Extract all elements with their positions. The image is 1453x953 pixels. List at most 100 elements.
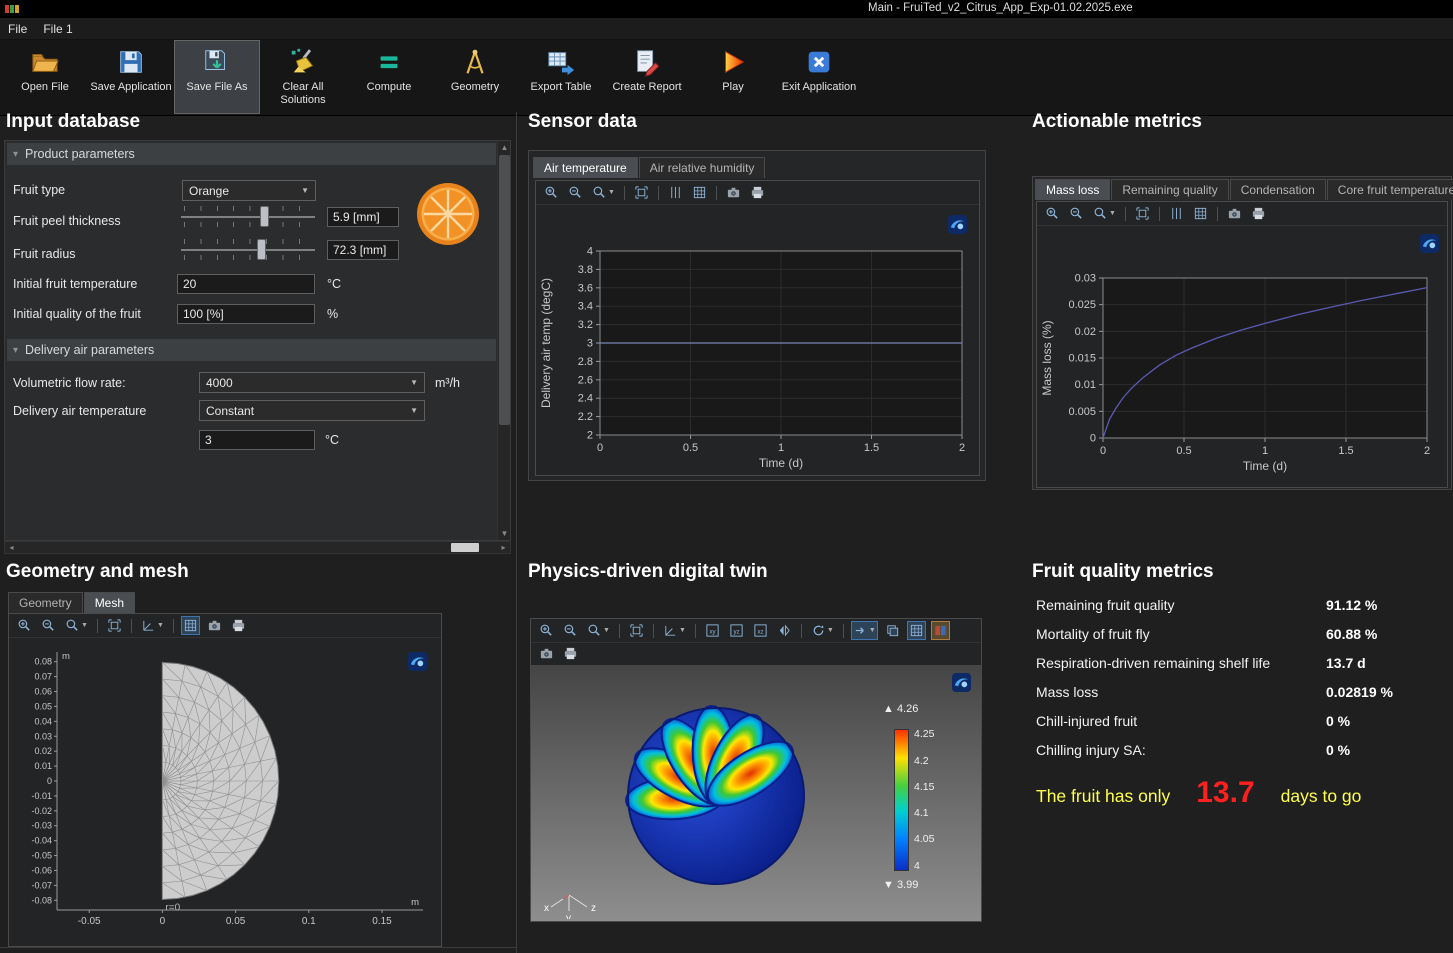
mesh-plot[interactable]: 0.080.070.060.050.040.030.020.010-0.01-0… <box>9 638 437 940</box>
clear-all-solutions-button[interactable]: Clear All Solutions <box>260 40 346 114</box>
compute-button[interactable]: Compute <box>346 40 432 114</box>
axis-orientation-icon[interactable]: ▼ <box>139 616 166 635</box>
export-table-button[interactable]: Export Table <box>518 40 604 114</box>
snapshot-camera-icon[interactable] <box>537 644 556 663</box>
initial-fruit-temperature-input[interactable] <box>177 274 315 294</box>
zoom-out-icon[interactable] <box>561 621 580 640</box>
snapshot-camera-icon[interactable] <box>724 183 743 202</box>
zoom-in-icon[interactable] <box>542 183 561 202</box>
svg-text:3: 3 <box>587 338 593 350</box>
sensor-plot[interactable]: 00.511.5222.22.42.62.833.23.43.63.84Time… <box>536 205 976 473</box>
zoom-in-icon[interactable] <box>1043 204 1062 223</box>
menu-file[interactable]: File <box>8 22 27 36</box>
rotate-dropdown-icon[interactable]: ▼ <box>809 621 836 640</box>
tab-air-relative-humidity[interactable]: Air relative humidity <box>639 157 766 178</box>
svg-text:3.4: 3.4 <box>578 301 593 313</box>
axis-orientation-icon[interactable]: ▼ <box>661 621 688 640</box>
fruit-type-dropdown[interactable]: Orange ▼ <box>182 180 316 201</box>
zoom-in-icon[interactable] <box>537 621 556 640</box>
fruit-radius-value[interactable] <box>327 240 399 260</box>
exit-application-button[interactable]: Exit Application <box>776 40 862 114</box>
color-legend-toggle[interactable] <box>931 621 950 640</box>
zoom-box-dropdown-icon[interactable]: ▼ <box>585 621 612 640</box>
scroll-left-icon[interactable]: ◂ <box>5 542 18 554</box>
geometry-button[interactable]: Geometry <box>432 40 518 114</box>
show-grid-toggle[interactable] <box>181 616 200 635</box>
scene-mode-dropdown[interactable]: ▼ <box>851 621 878 640</box>
tab-geometry[interactable]: Geometry <box>8 592 83 613</box>
mass-loss-plot[interactable]: 00.511.5200.0050.010.0150.020.0250.03Tim… <box>1037 226 1441 476</box>
zoom-out-icon[interactable] <box>566 183 585 202</box>
tab-remaining-quality[interactable]: Remaining quality <box>1111 179 1228 200</box>
snapshot-camera-icon[interactable] <box>205 616 224 635</box>
delivery-air-temperature-input[interactable] <box>199 430 315 450</box>
export-table-icon <box>545 46 577 78</box>
y-axis-lines-icon[interactable] <box>1167 204 1186 223</box>
view-xy-button[interactable]: xy <box>703 621 722 640</box>
tab-mesh[interactable]: Mesh <box>84 592 135 613</box>
save-file-as-button[interactable]: Save File As <box>174 40 260 114</box>
show-grid-toggle[interactable] <box>907 621 926 640</box>
print-icon[interactable] <box>229 616 248 635</box>
vertical-scrollbar[interactable]: ▲ ▼ <box>497 141 510 540</box>
mesh-plot-toolbar: ▼ ▼ <box>9 614 441 638</box>
layers-icon[interactable] <box>883 621 902 640</box>
view-yz-button[interactable]: yz <box>727 621 746 640</box>
snapshot-camera-icon[interactable] <box>1225 204 1244 223</box>
initial-quality-input[interactable] <box>177 304 315 324</box>
zoom-in-icon[interactable] <box>15 616 34 635</box>
scrollbar-thumb[interactable] <box>451 543 479 552</box>
play-button[interactable]: Play <box>690 40 776 114</box>
zoom-extents-icon[interactable] <box>1133 204 1152 223</box>
zoom-extents-icon[interactable] <box>627 621 646 640</box>
scroll-up-icon[interactable]: ▲ <box>498 141 511 154</box>
menu-file-1[interactable]: File 1 <box>43 22 72 36</box>
product-parameters-header[interactable]: ▾ Product parameters <box>7 143 496 165</box>
scroll-down-icon[interactable]: ▼ <box>498 527 511 540</box>
svg-text:0.03: 0.03 <box>1075 273 1096 285</box>
sensor-data-tabs: Air temperature Air relative humidity <box>533 157 766 178</box>
group-header-label: Product parameters <box>25 147 135 161</box>
print-icon[interactable] <box>748 183 767 202</box>
zoom-out-icon[interactable] <box>39 616 58 635</box>
create-report-button[interactable]: Create Report <box>604 40 690 114</box>
digital-twin-graphics[interactable]: ▲ 4.26 4.25 4.2 4.15 4.1 4.05 4 ▼ 3.99 x… <box>531 665 981 921</box>
fruit-radius-slider[interactable] <box>181 236 315 263</box>
zoom-extents-icon[interactable] <box>632 183 651 202</box>
zoom-out-icon[interactable] <box>1067 204 1086 223</box>
grid-lines-icon[interactable] <box>1191 204 1210 223</box>
fruit-peel-thickness-value[interactable] <box>327 207 399 227</box>
zoom-box-dropdown-icon[interactable]: ▼ <box>590 183 617 202</box>
slider-thumb[interactable] <box>257 239 266 260</box>
zoom-extents-icon[interactable] <box>105 616 124 635</box>
tab-condensation[interactable]: Condensation <box>1230 179 1326 200</box>
open-file-button[interactable]: Open File <box>2 40 88 114</box>
tab-air-temperature[interactable]: Air temperature <box>533 157 638 178</box>
horizontal-scrollbar[interactable]: ◂ ▸ <box>4 541 511 554</box>
print-icon[interactable] <box>561 644 580 663</box>
scrollbar-thumb[interactable] <box>499 155 510 425</box>
metric-value: 13.7 d <box>1326 655 1366 671</box>
save-application-button[interactable]: Save Application <box>88 40 174 114</box>
scroll-right-icon[interactable]: ▸ <box>497 542 510 554</box>
view-xz-button[interactable]: xz <box>751 621 770 640</box>
grid-lines-icon[interactable] <box>690 183 709 202</box>
print-icon[interactable] <box>1249 204 1268 223</box>
tab-mass-loss[interactable]: Mass loss <box>1035 179 1110 200</box>
delivery-air-temperature-dropdown[interactable]: Constant ▼ <box>199 400 425 421</box>
fruit-peel-thickness-slider[interactable] <box>181 203 315 230</box>
delivery-air-parameters-header[interactable]: ▾ Delivery air parameters <box>7 339 496 361</box>
flip-view-icon[interactable] <box>775 621 794 640</box>
slider-track[interactable] <box>181 216 315 218</box>
zoom-box-dropdown-icon[interactable]: ▼ <box>1091 204 1118 223</box>
zoom-box-dropdown-icon[interactable]: ▼ <box>63 616 90 635</box>
volumetric-flow-rate-dropdown[interactable]: 4000 ▼ <box>199 372 425 393</box>
tab-core-fruit-temperature[interactable]: Core fruit temperature <box>1327 179 1453 200</box>
fruit-type-value: Orange <box>189 184 229 198</box>
slider-track[interactable] <box>181 249 315 251</box>
slider-thumb[interactable] <box>260 206 269 227</box>
chevron-down-icon: ▼ <box>410 406 418 415</box>
y-axis-lines-icon[interactable] <box>666 183 685 202</box>
sensor-plot-toolbar: ▼ <box>536 181 979 205</box>
fruit-quality-metrics-list: Remaining fruit quality 91.12 % Mortalit… <box>1036 591 1452 765</box>
